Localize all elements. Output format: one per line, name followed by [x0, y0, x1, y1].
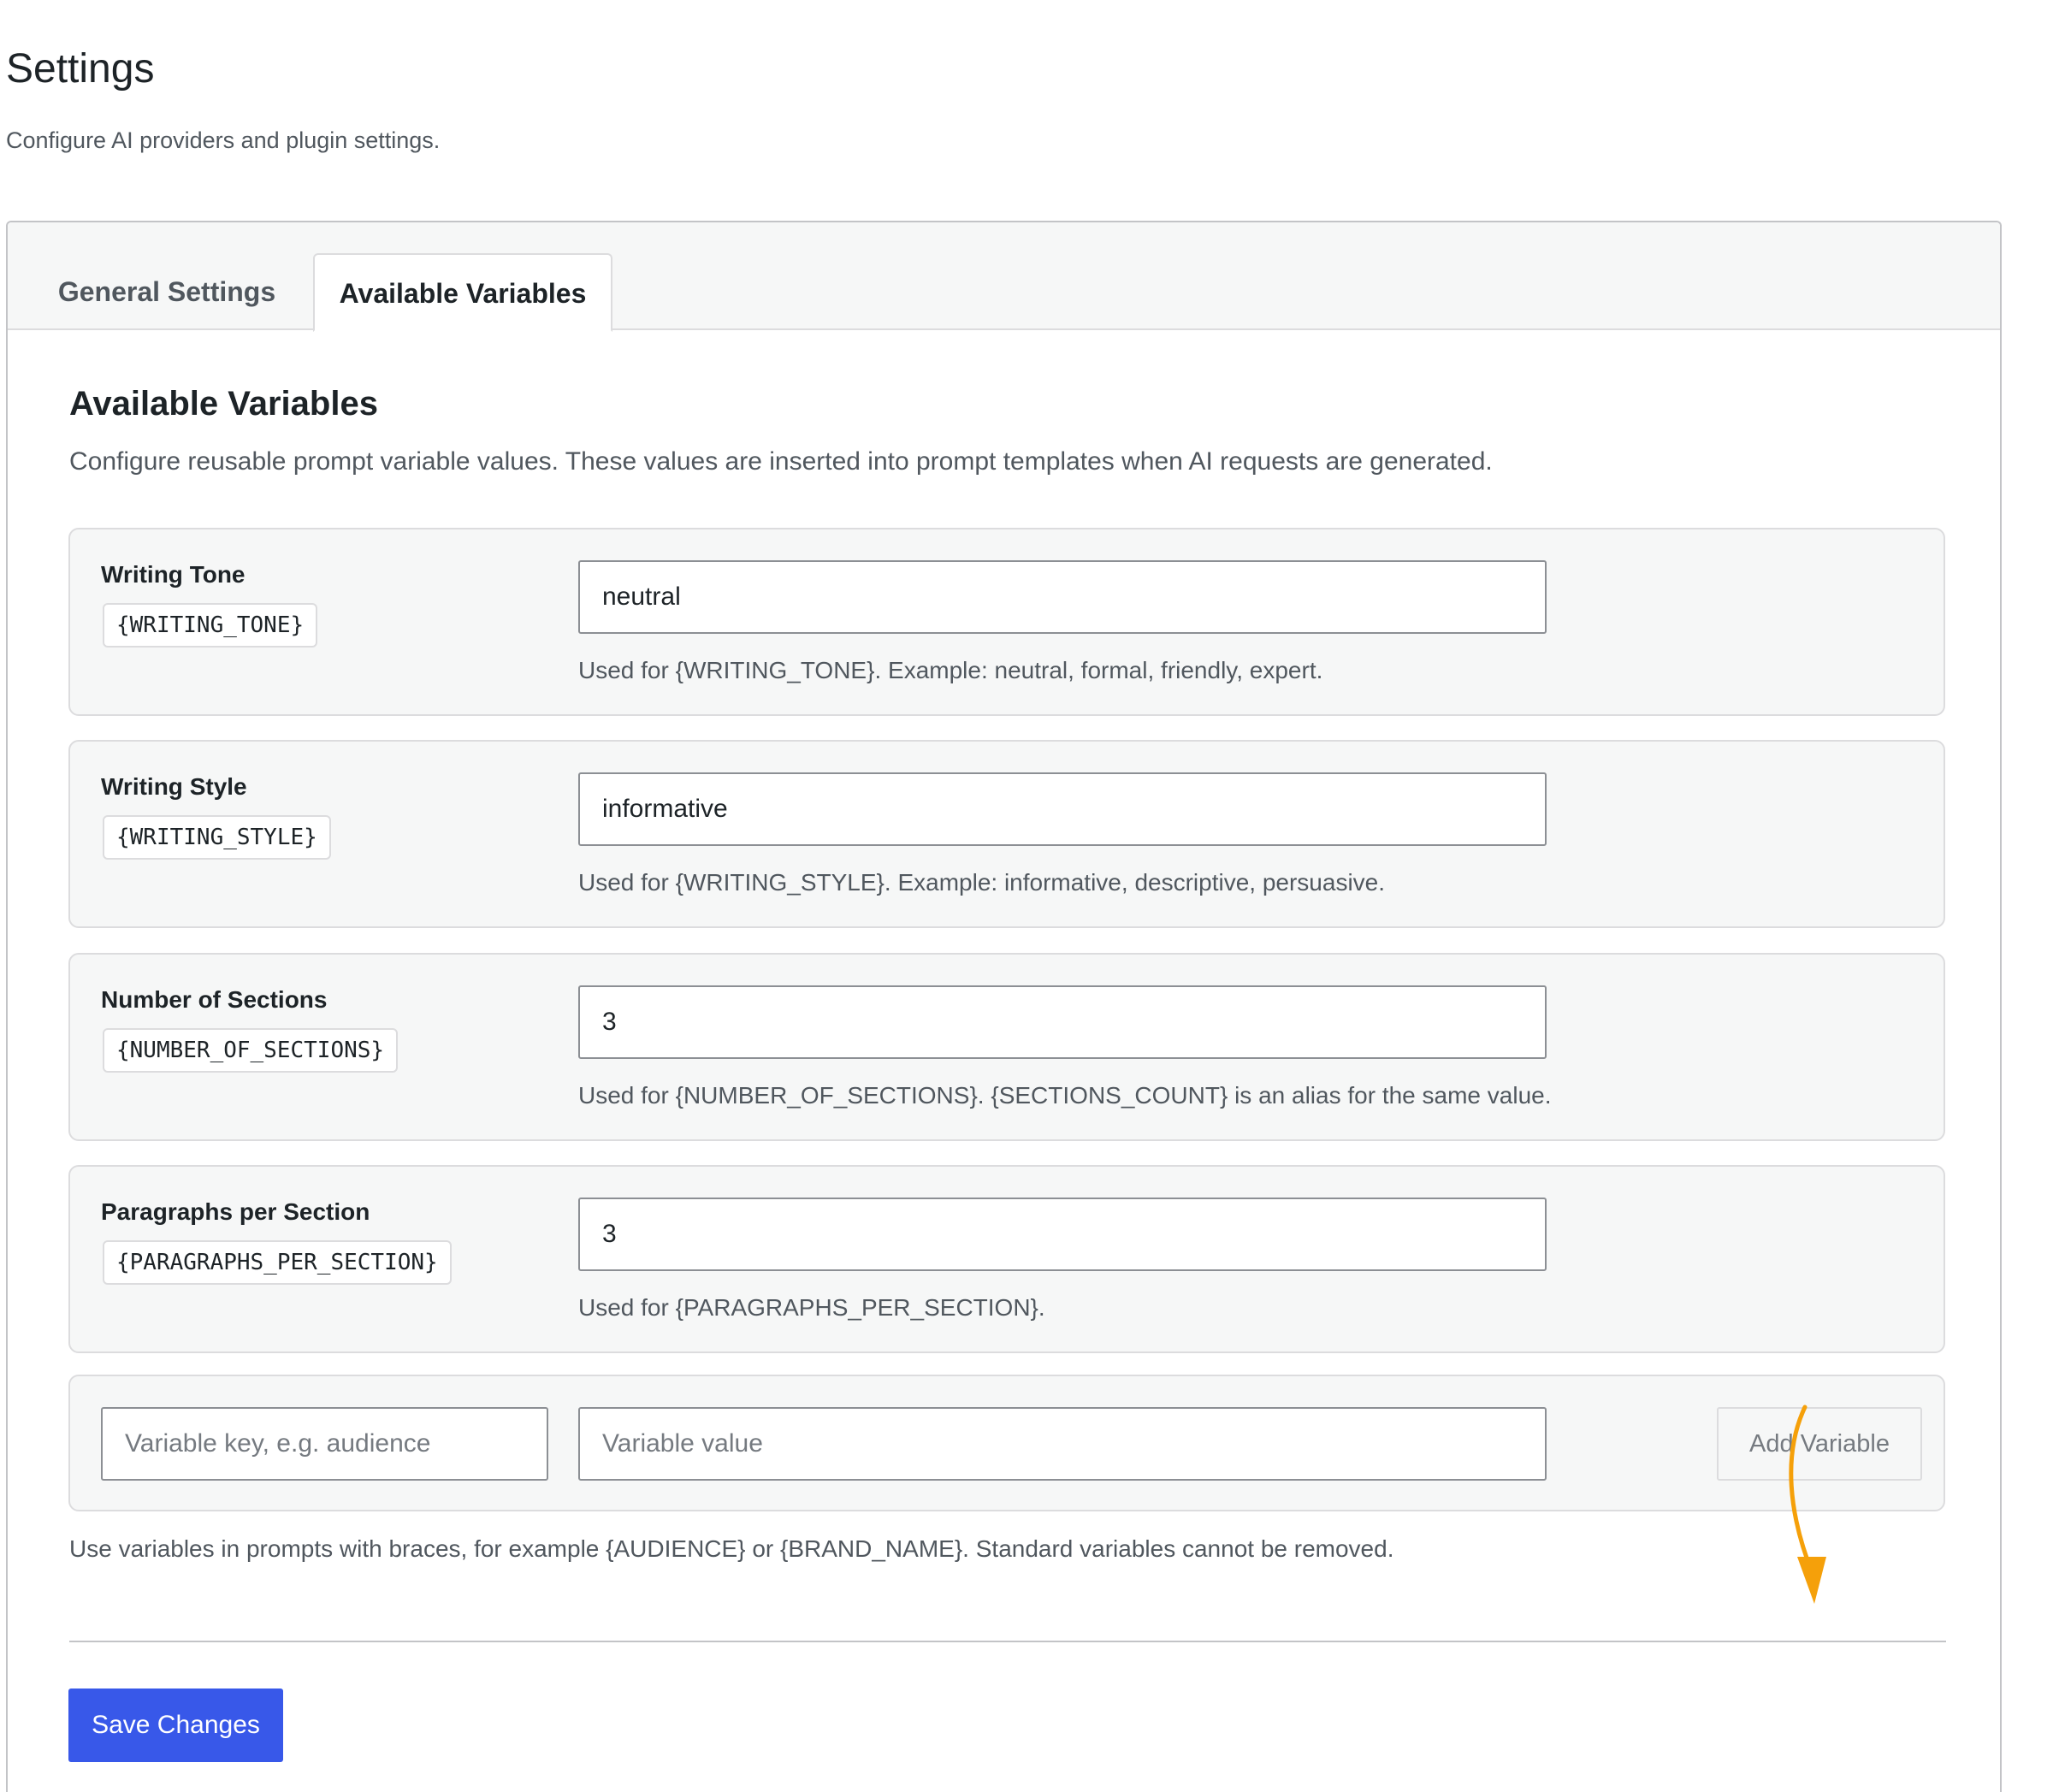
variable-key-badge: {WRITING_TONE} — [103, 603, 318, 648]
annotation-arrow-icon — [1789, 1405, 1826, 1604]
writing-style-input[interactable] — [578, 772, 1547, 846]
variable-card-writing-tone: Writing Tone {WRITING_TONE} Used for {WR… — [68, 528, 1945, 716]
save-changes-button[interactable]: Save Changes — [68, 1689, 283, 1762]
settings-panel: General Settings Available Variables Ava… — [6, 221, 2002, 1792]
variable-key-badge: {PARAGRAPHS_PER_SECTION} — [103, 1240, 452, 1285]
variable-help-text: Used for {WRITING_TONE}. Example: neutra… — [578, 657, 1323, 683]
variable-card-paragraphs-per-section: Paragraphs per Section {PARAGRAPHS_PER_S… — [68, 1165, 1945, 1353]
variable-key-badge: {NUMBER_OF_SECTIONS} — [103, 1028, 399, 1073]
variable-help-text: Used for {NUMBER_OF_SECTIONS}. {SECTIONS… — [578, 1082, 1552, 1109]
section-title: Available Variables — [69, 385, 378, 423]
add-variable-card: Add Variable — [68, 1375, 1945, 1511]
variable-card-number-of-sections: Number of Sections {NUMBER_OF_SECTIONS} … — [68, 953, 1945, 1141]
variable-label: Number of Sections — [101, 986, 328, 1013]
section-description: Configure reusable prompt variable value… — [69, 447, 1493, 476]
variables-footnote: Use variables in prompts with braces, fo… — [69, 1535, 1394, 1562]
divider — [69, 1641, 1946, 1642]
variable-help-text: Used for {PARAGRAPHS_PER_SECTION}. — [578, 1294, 1045, 1321]
tab-bar: General Settings Available Variables — [8, 222, 2000, 332]
variable-key-input[interactable] — [101, 1407, 548, 1481]
variable-card-writing-style: Writing Style {WRITING_STYLE} Used for {… — [68, 740, 1945, 928]
page-title: Settings — [6, 46, 155, 92]
writing-tone-input[interactable] — [578, 560, 1547, 634]
variable-label: Writing Tone — [101, 561, 246, 588]
tab-general-settings[interactable]: General Settings — [38, 253, 295, 330]
variable-label: Paragraphs per Section — [101, 1198, 370, 1225]
paragraphs-per-section-input[interactable] — [578, 1198, 1547, 1271]
settings-page: Settings Configure AI providers and plug… — [0, 0, 2053, 1792]
variable-label: Writing Style — [101, 773, 247, 800]
tab-available-variables[interactable]: Available Variables — [313, 253, 612, 332]
variable-help-text: Used for {WRITING_STYLE}. Example: infor… — [578, 869, 1386, 896]
variable-value-input[interactable] — [578, 1407, 1547, 1481]
page-subtitle: Configure AI providers and plugin settin… — [6, 127, 441, 153]
variable-key-badge: {WRITING_STYLE} — [103, 815, 331, 860]
number-of-sections-input[interactable] — [578, 985, 1547, 1059]
